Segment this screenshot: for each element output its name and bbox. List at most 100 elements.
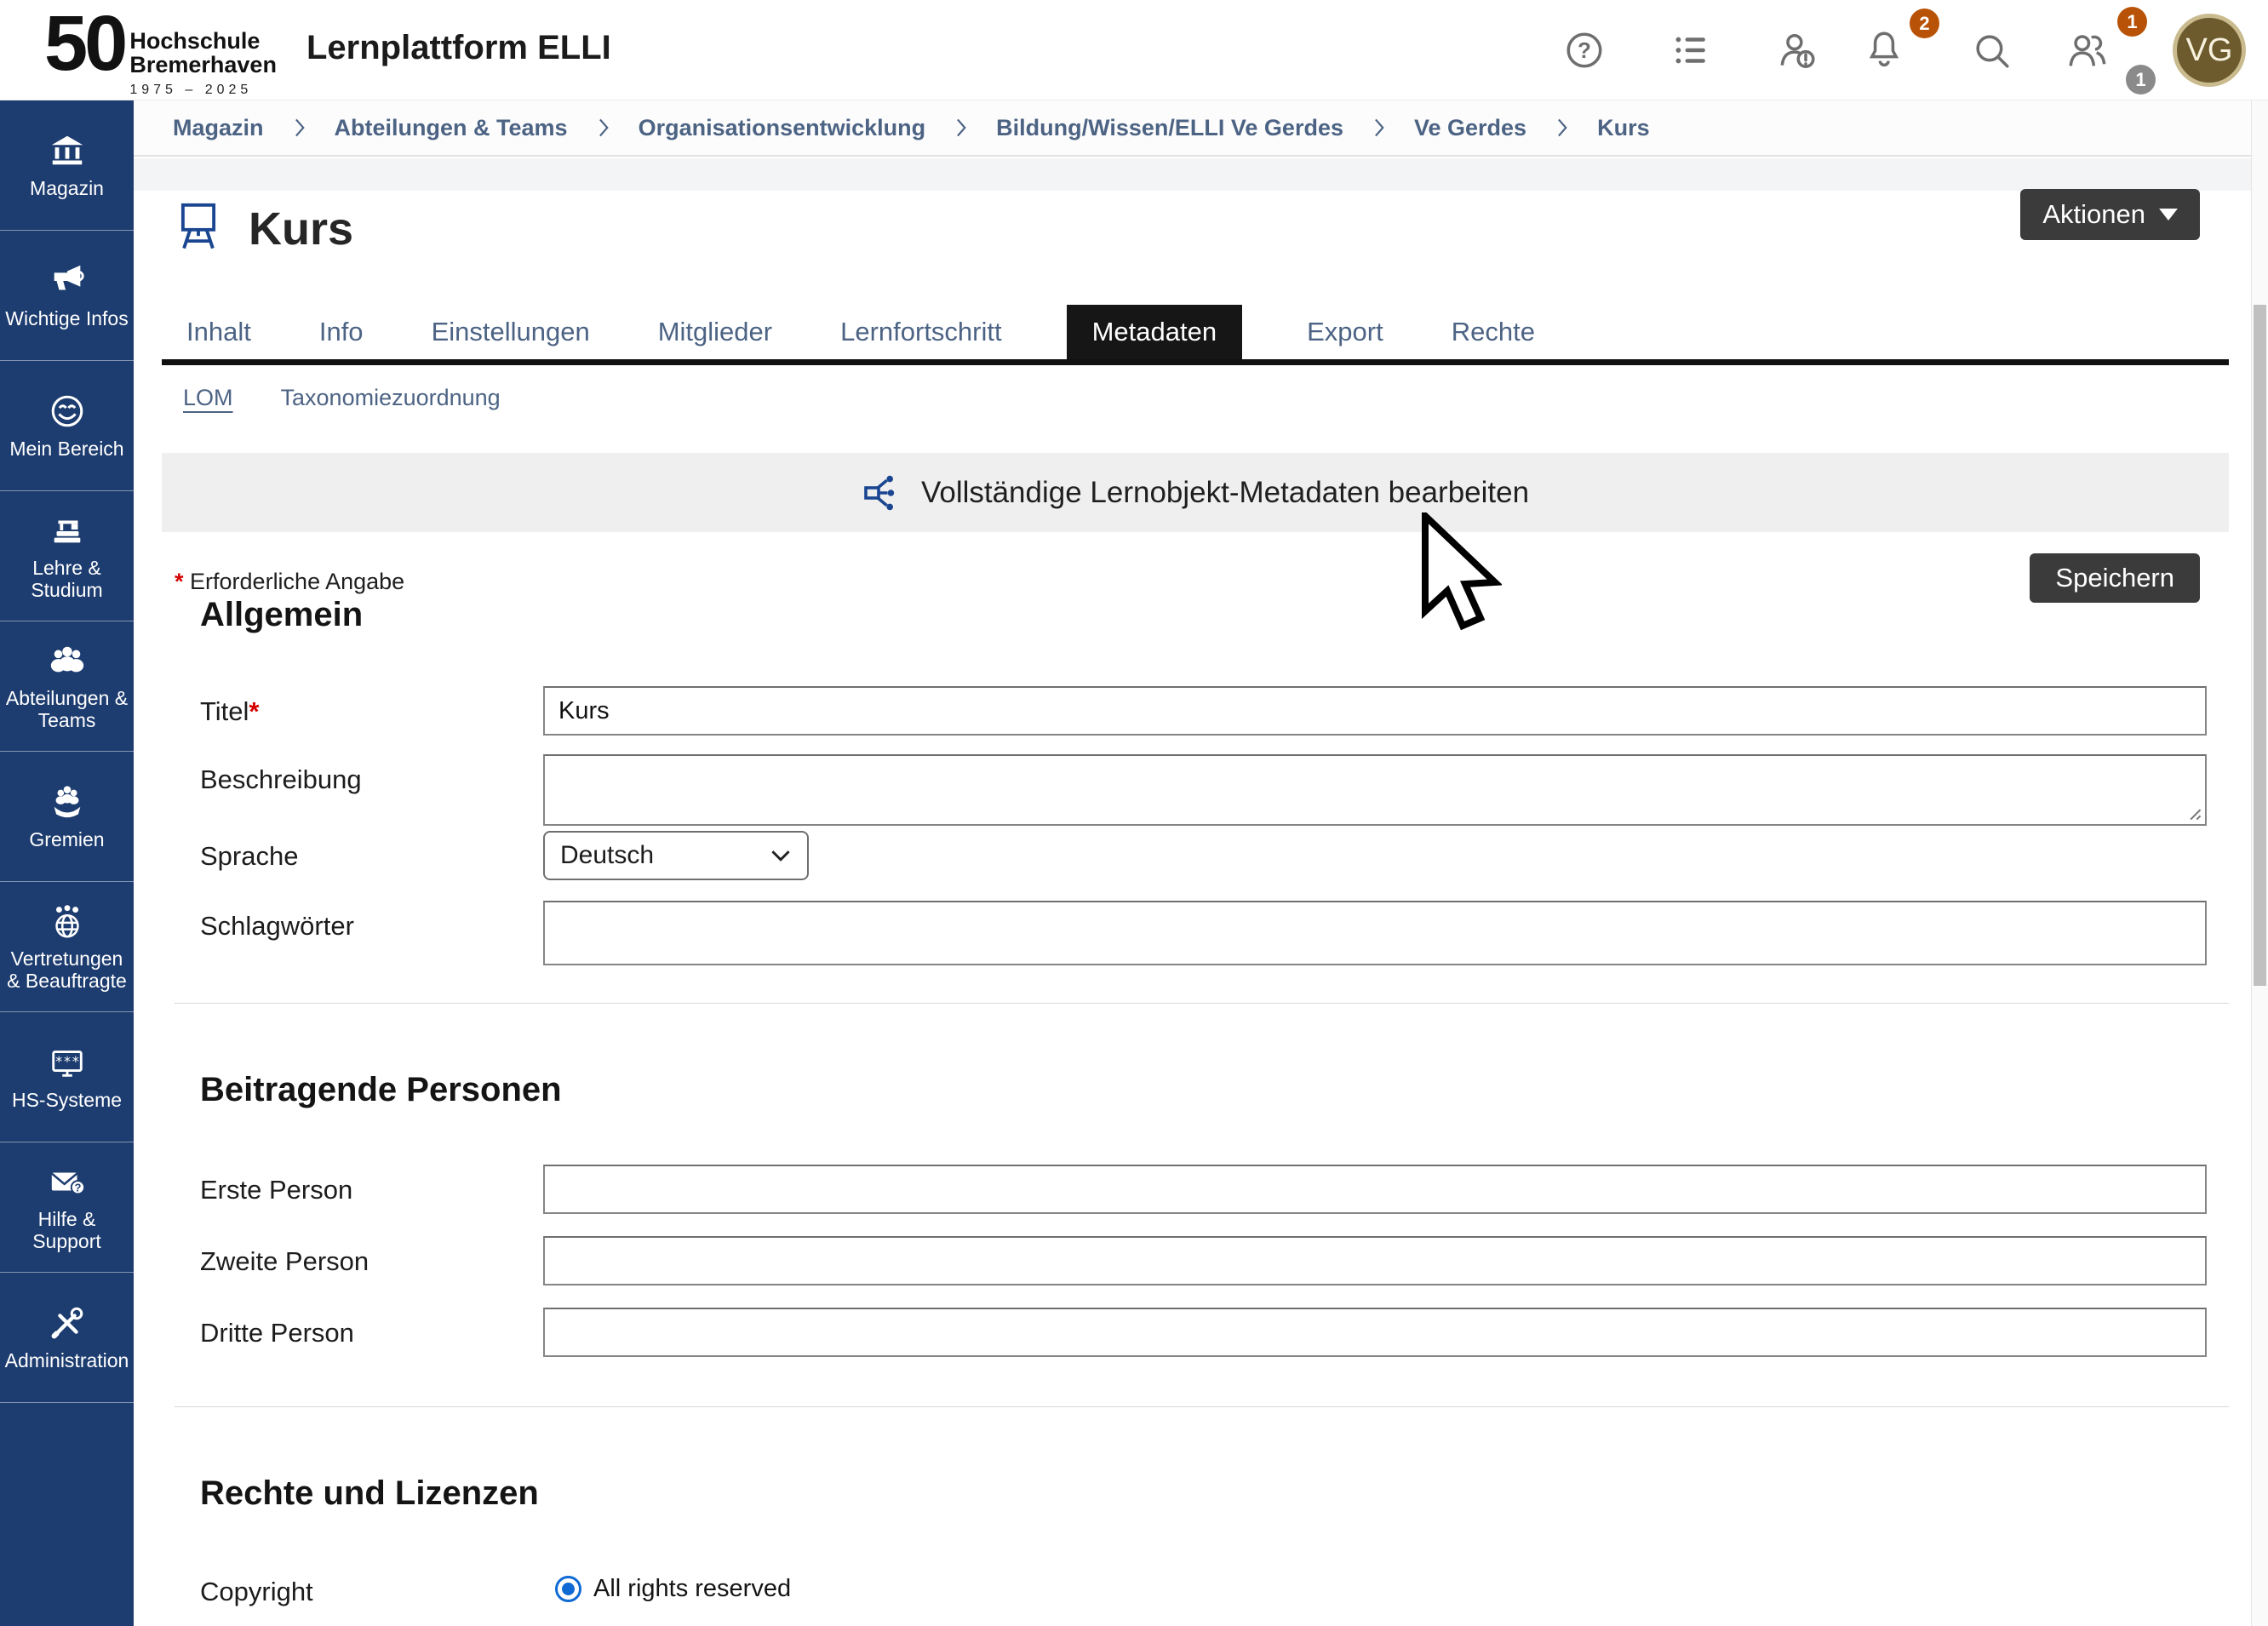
radio-selected-icon[interactable] xyxy=(555,1576,581,1602)
chevron-right-icon xyxy=(293,117,306,138)
beschreibung-label: Beschreibung xyxy=(200,764,362,795)
contacts-icon[interactable] xyxy=(2065,29,2108,72)
logo-number: 50 xyxy=(44,7,124,81)
breadcrumb-separator-band xyxy=(134,158,2251,191)
breadcrumb-link-abteilungen[interactable]: Abteilungen & Teams xyxy=(335,115,568,141)
contacts-total-badge: 1 xyxy=(2126,65,2156,94)
notifications-bell-icon[interactable] xyxy=(1863,27,1905,70)
top-header: 50 Hochschule Bremerhaven 1975 – 2025 Le… xyxy=(0,0,2268,100)
logo-name-line1: Hochschule xyxy=(129,29,277,53)
tab-metadaten[interactable]: Metadaten xyxy=(1067,305,1243,359)
people-in-hand-icon xyxy=(48,782,87,822)
section-heading-beitragende: Beitragende Personen xyxy=(200,1071,562,1109)
sidebar-item-mein-bereich[interactable]: Mein Bereich xyxy=(0,361,134,491)
copyright-option-label: All rights reserved xyxy=(593,1575,791,1603)
schlagwoerter-label: Schlagwörter xyxy=(200,911,354,942)
banner-label: Vollständige Lernobjekt-Metadaten bearbe… xyxy=(921,476,1529,510)
sprache-select[interactable]: Deutsch xyxy=(543,831,809,880)
sidebar-item-magazin[interactable]: Magazin xyxy=(0,100,134,231)
people-group-icon xyxy=(48,641,87,680)
app-title: Lernplattform ELLI xyxy=(306,29,611,67)
breadcrumb-current-kurs[interactable]: Kurs xyxy=(1597,115,1650,141)
section-heading-rechte: Rechte und Lizenzen xyxy=(200,1474,539,1513)
globe-people-icon xyxy=(48,902,87,941)
metadata-hub-icon xyxy=(862,472,902,513)
sprache-label: Sprache xyxy=(200,841,298,872)
course-easel-icon xyxy=(174,198,223,254)
tab-einstellungen[interactable]: Einstellungen xyxy=(428,305,593,359)
actions-button[interactable]: Aktionen xyxy=(2020,189,2200,240)
schlagwoerter-input[interactable] xyxy=(543,901,2207,965)
subtab-taxonomiezuordnung[interactable]: Taxonomiezuordnung xyxy=(281,385,501,411)
logo-years: 1975 – 2025 xyxy=(129,83,277,98)
tab-bar: Inhalt Info Einstellungen Mitglieder Ler… xyxy=(183,305,1538,359)
erste-person-input[interactable] xyxy=(543,1165,2207,1214)
user-status-icon[interactable] xyxy=(1776,29,1818,72)
app-window: 50 Hochschule Bremerhaven 1975 – 2025 Le… xyxy=(0,0,2268,1626)
subtab-bar: LOM Taxonomiezuordnung xyxy=(183,385,501,411)
copyright-label: Copyright xyxy=(200,1577,313,1607)
tab-export[interactable]: Export xyxy=(1303,305,1387,359)
edit-full-metadata-banner[interactable]: Vollständige Lernobjekt-Metadaten bearbe… xyxy=(162,453,2229,532)
main-sidebar: Magazin Wichtige Infos Mein Bereich Lehr… xyxy=(0,100,134,1626)
svg-text:?: ? xyxy=(1578,37,1591,63)
bank-icon xyxy=(48,131,87,170)
sidebar-item-gremien[interactable]: Gremien xyxy=(0,752,134,882)
erste-person-label: Erste Person xyxy=(200,1175,352,1205)
tab-underline xyxy=(162,359,2229,365)
caret-down-icon xyxy=(2159,209,2178,220)
tab-lernfortschritt[interactable]: Lernfortschritt xyxy=(837,305,1005,359)
megaphone-icon xyxy=(48,261,87,301)
required-note: * Erforderliche Angabe xyxy=(175,569,404,595)
zweite-person-label: Zweite Person xyxy=(200,1246,369,1277)
titel-input[interactable] xyxy=(543,686,2207,736)
breadcrumb: Magazin Abteilungen & Teams Organisation… xyxy=(134,100,2251,157)
contacts-new-badge: 1 xyxy=(2117,7,2147,37)
sidebar-item-administration[interactable]: Administration xyxy=(0,1273,134,1403)
help-icon[interactable]: ? xyxy=(1563,29,1606,72)
search-icon[interactable] xyxy=(1970,29,2013,72)
sidebar-item-hs-systeme[interactable]: *** HS-Systeme xyxy=(0,1012,134,1142)
dritte-person-input[interactable] xyxy=(543,1308,2207,1357)
chevron-right-icon xyxy=(954,117,967,138)
section-divider xyxy=(175,1406,2229,1407)
subtab-lom[interactable]: LOM xyxy=(183,385,233,411)
vertical-scrollbar xyxy=(2251,100,2268,1626)
titel-label: Titel* xyxy=(200,696,260,727)
scrollbar-thumb[interactable] xyxy=(2254,305,2266,986)
breadcrumb-link-bildung-wissen[interactable]: Bildung/Wissen/ELLI Ve Gerdes xyxy=(996,115,1343,141)
tab-info[interactable]: Info xyxy=(316,305,367,359)
section-heading-allgemein: Allgemein xyxy=(200,596,363,634)
list-menu-icon[interactable] xyxy=(1670,29,1712,72)
tab-rechte[interactable]: Rechte xyxy=(1448,305,1538,359)
books-icon xyxy=(48,511,87,550)
logo-name-line2: Bremerhaven xyxy=(129,53,277,77)
dritte-person-label: Dritte Person xyxy=(200,1318,354,1348)
breadcrumb-link-ve-gerdes[interactable]: Ve Gerdes xyxy=(1414,115,1526,141)
sidebar-item-abteilungen-teams[interactable]: Abteilungen & Teams xyxy=(0,621,134,752)
chevron-down-icon xyxy=(770,849,792,862)
smiley-icon xyxy=(48,392,87,431)
sidebar-item-wichtige-infos[interactable]: Wichtige Infos xyxy=(0,231,134,361)
avatar[interactable]: VG xyxy=(2173,14,2246,87)
chevron-right-icon xyxy=(597,117,610,138)
hochschule-bremerhaven-logo[interactable]: 50 Hochschule Bremerhaven 1975 – 2025 xyxy=(44,7,277,98)
zweite-person-input[interactable] xyxy=(543,1236,2207,1285)
beschreibung-textarea[interactable] xyxy=(543,754,2207,826)
chevron-right-icon xyxy=(1555,117,1568,138)
monitor-icon: *** xyxy=(48,1043,87,1082)
chevron-right-icon xyxy=(1372,117,1385,138)
breadcrumb-link-organisationsentwicklung[interactable]: Organisationsentwicklung xyxy=(639,115,926,141)
save-button[interactable]: Speichern xyxy=(2030,553,2200,603)
copyright-radio-option[interactable]: All rights reserved xyxy=(555,1575,791,1603)
tab-inhalt[interactable]: Inhalt xyxy=(183,305,255,359)
tab-mitglieder[interactable]: Mitglieder xyxy=(655,305,776,359)
page-title: Kurs xyxy=(249,203,353,255)
sidebar-item-lehre-studium[interactable]: Lehre & Studium xyxy=(0,491,134,621)
sidebar-item-vertretungen-beauftragte[interactable]: Vertretungen & Beauftragte xyxy=(0,882,134,1012)
notification-badge: 2 xyxy=(1910,9,1939,38)
sidebar-item-hilfe-support[interactable]: ? Hilfe & Support xyxy=(0,1142,134,1273)
section-divider xyxy=(175,1003,2229,1004)
breadcrumb-link-magazin[interactable]: Magazin xyxy=(173,115,264,141)
mail-question-icon: ? xyxy=(48,1162,87,1201)
